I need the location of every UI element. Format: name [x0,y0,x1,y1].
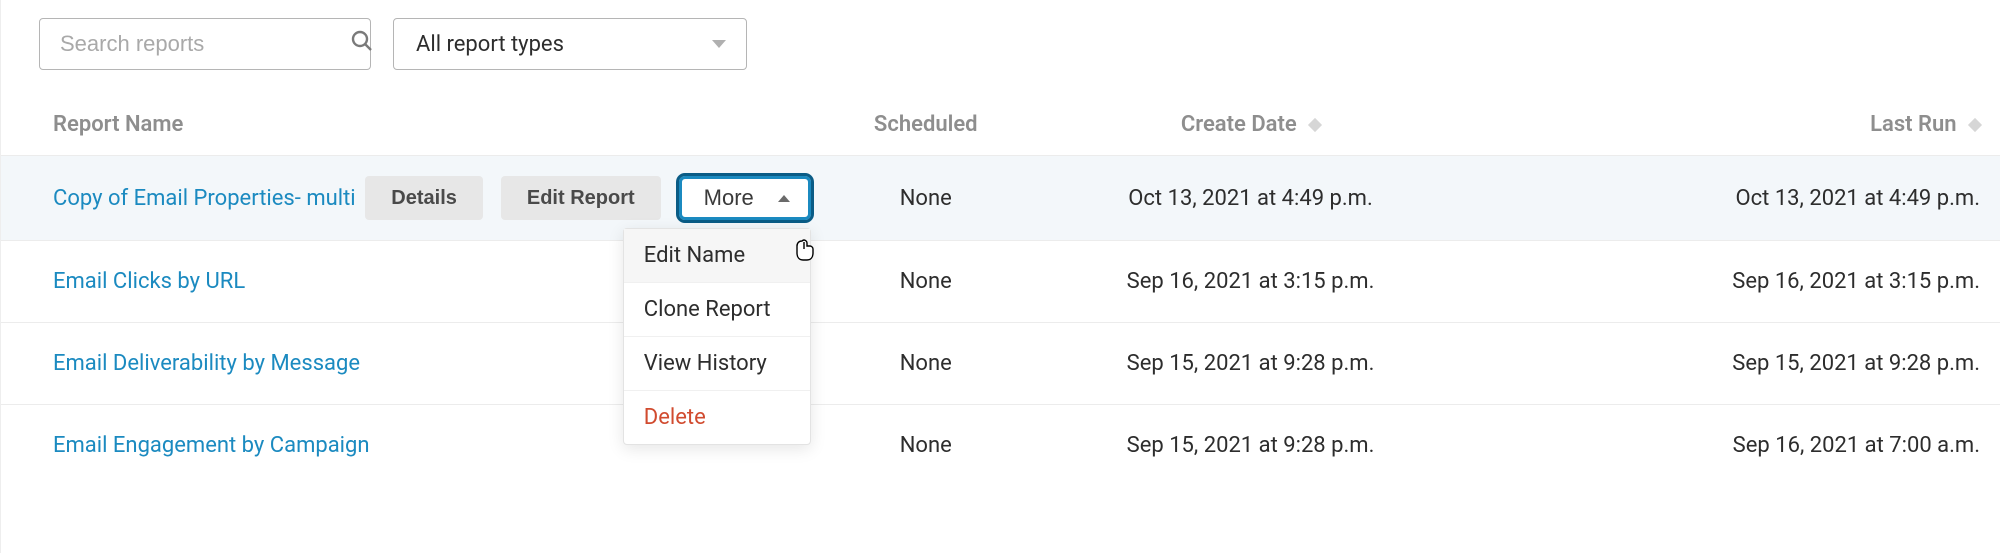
report-type-filter-label: All report types [416,32,564,57]
more-button[interactable]: More [679,176,811,220]
menu-item-delete[interactable]: Delete [624,391,810,444]
chevron-up-icon [778,195,790,202]
cell-lastrun: Sep 15, 2021 at 9:28 p.m. [1470,323,2000,405]
edit-report-button[interactable]: Edit Report [501,176,661,220]
table-row: Email Deliverability by Message None Sep… [1,323,2000,405]
reports-table: Report Name Scheduled Create Date Last R… [1,98,2000,486]
toolbar: All report types [1,18,2000,98]
table-row: Email Engagement by Campaign None Sep 15… [1,405,2000,487]
cell-lastrun: Oct 13, 2021 at 4:49 p.m. [1470,156,2000,241]
cell-scheduled: None [821,241,1031,323]
cell-created: Sep 16, 2021 at 3:15 p.m. [1031,241,1471,323]
search-icon [350,29,374,59]
menu-item-clone-report[interactable]: Clone Report [624,283,810,337]
cell-scheduled: None [821,156,1031,241]
table-row: Copy of Email Properties- multi Details … [1,156,2000,241]
col-header-created[interactable]: Create Date [1031,98,1471,156]
sort-icon [1968,118,1982,132]
sort-icon [1308,118,1322,132]
search-input-wrap[interactable] [39,18,371,70]
row-actions: Details Edit Report More Edit Name [365,176,811,220]
reports-page: All report types Report Name Scheduled C… [0,0,2000,553]
table-header-row: Report Name Scheduled Create Date Last R… [1,98,2000,156]
cell-created: Sep 15, 2021 at 9:28 p.m. [1031,405,1471,487]
search-input[interactable] [58,30,350,58]
menu-item-view-history[interactable]: View History [624,337,810,391]
col-header-created-label: Create Date [1181,112,1297,137]
chevron-down-icon [712,40,726,48]
cell-scheduled: None [821,323,1031,405]
report-link[interactable]: Email Engagement by Campaign [53,433,370,458]
col-header-lastrun-label: Last Run [1870,112,1956,137]
report-link[interactable]: Email Clicks by URL [53,269,245,294]
more-menu: Edit Name Clone Report View History [623,228,811,445]
cell-scheduled: None [821,405,1031,487]
details-button[interactable]: Details [365,176,483,220]
table-row: Email Clicks by URL None Sep 16, 2021 at… [1,241,2000,323]
cell-created: Oct 13, 2021 at 4:49 p.m. [1031,156,1471,241]
menu-item-edit-name[interactable]: Edit Name [624,229,810,283]
more-button-label: More [704,185,754,211]
col-header-lastrun[interactable]: Last Run [1470,98,2000,156]
report-link[interactable]: Email Deliverability by Message [53,351,360,376]
cell-created: Sep 15, 2021 at 9:28 p.m. [1031,323,1471,405]
cell-lastrun: Sep 16, 2021 at 7:00 a.m. [1470,405,2000,487]
report-link[interactable]: Copy of Email Properties- multi [53,186,356,211]
col-header-name[interactable]: Report Name [1,98,821,156]
menu-item-label: Edit Name [644,243,745,268]
col-header-scheduled[interactable]: Scheduled [821,98,1031,156]
report-type-filter[interactable]: All report types [393,18,747,70]
cell-lastrun: Sep 16, 2021 at 3:15 p.m. [1470,241,2000,323]
